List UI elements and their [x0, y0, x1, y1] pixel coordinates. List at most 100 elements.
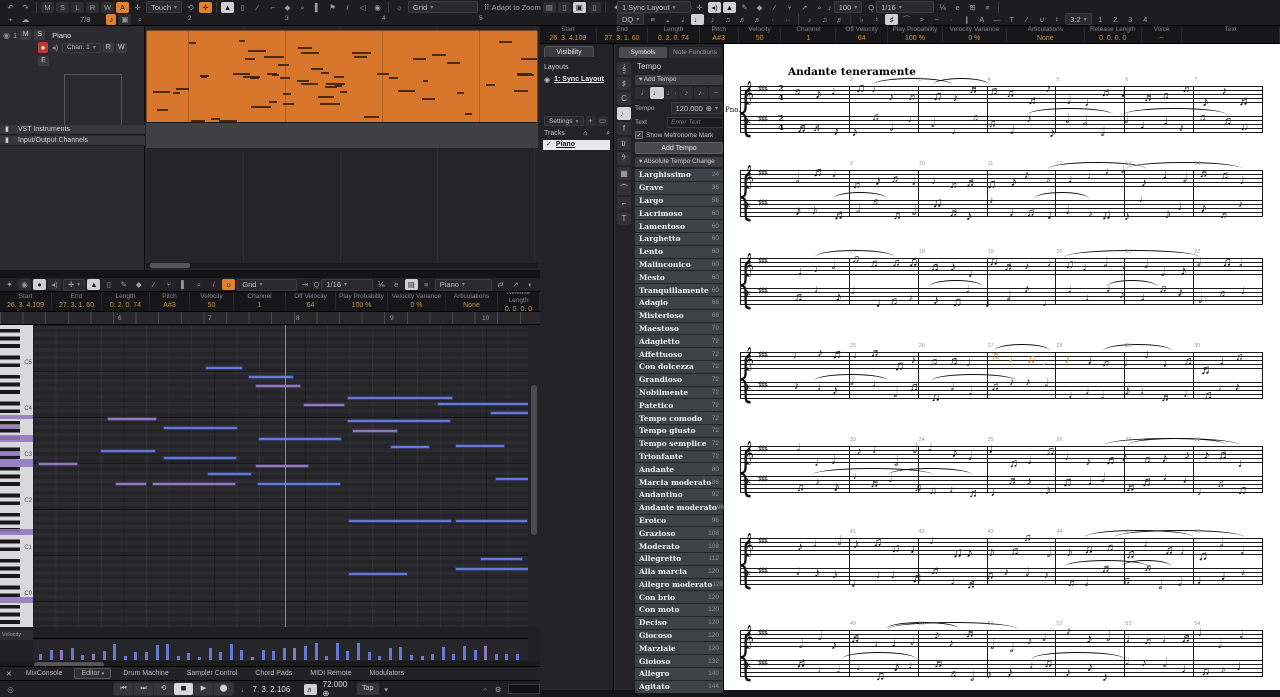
tempo-list-item-tempo-semplice[interactable]: Tempo semplice 72 — [635, 437, 723, 450]
info-field-length[interactable]: Length 0. 2. 0. 74 — [648, 26, 700, 43]
undo-icon[interactable]: ↶ — [4, 2, 17, 13]
velocity-bar[interactable] — [229, 643, 233, 660]
tempo-list-item-trionfante[interactable]: Trionfante 72 — [635, 450, 723, 463]
close-editor-icon[interactable]: ◐ — [524, 279, 537, 290]
project-hscrollbar[interactable] — [146, 263, 538, 268]
info-field-end[interactable]: End 27. 3. 1. 60 — [597, 26, 649, 43]
velocity-bar[interactable] — [378, 656, 382, 660]
velocity-bar[interactable] — [293, 648, 297, 660]
line-icon[interactable]: / — [207, 279, 220, 290]
absolute-tempo-section-header[interactable]: ▾ Absolute Tempo Change — [635, 157, 723, 167]
tempo-list-item-allegro[interactable]: Allegro 140 — [635, 668, 723, 680]
midi-note[interactable] — [255, 464, 309, 468]
marker-icon[interactable]: ▣ — [118, 14, 132, 25]
duration-5-icon[interactable]: ♬ — [736, 14, 749, 25]
voice-2-button[interactable]: 2 — [1109, 14, 1122, 25]
midi-note[interactable] — [257, 482, 341, 486]
tuplet-rest-icon[interactable]: 𝄽 — [1050, 14, 1063, 25]
tempo-list-item-marziale[interactable]: Marziale 120 — [635, 642, 723, 655]
erase-icon[interactable]: ◆ — [132, 279, 145, 290]
tempo-list-item-lacrimoso[interactable]: Lacrimoso 60 — [635, 207, 723, 220]
velocity-bar[interactable] — [123, 656, 127, 660]
note-value-4-button[interactable]: ♪· — [694, 87, 709, 99]
velocity-bar[interactable] — [473, 650, 477, 660]
velocity-bar[interactable] — [240, 650, 244, 660]
bass-clef-icon[interactable]: 𝄢 — [617, 152, 631, 165]
stop-button[interactable]: ◼ — [174, 683, 193, 695]
project-hscroll-thumb[interactable] — [150, 263, 190, 268]
tempo-list-item-adagio[interactable]: Adagio 66 — [635, 296, 723, 309]
feedback-icon[interactable]: ◂) — [708, 1, 721, 13]
tab-chord-pads[interactable]: Chord Pads — [249, 669, 298, 678]
comp-icon[interactable]: ⚑ — [326, 2, 339, 13]
global-r-button[interactable]: R — [86, 1, 99, 13]
window-layout-icon[interactable]: ▯ — [587, 1, 601, 13]
snap-onoff-icon[interactable]: ☼ — [393, 2, 406, 13]
midi-input-icon[interactable]: ≡ — [981, 2, 994, 13]
slur-icon[interactable]: ⌒ — [617, 182, 631, 195]
tempo-list-item-larghissimo[interactable]: Larghissimo 24 — [635, 169, 723, 181]
play-button[interactable]: ▶ — [194, 683, 213, 695]
tab-visibility[interactable]: Visibility — [544, 46, 594, 57]
add-icon[interactable]: + — [585, 116, 596, 126]
add-tempo-section-header[interactable]: ▾ Add Tempo — [635, 75, 723, 85]
range-select-icon[interactable]: ▯ — [236, 2, 249, 13]
velocity-bar[interactable] — [484, 645, 488, 660]
velocity-bar[interactable] — [463, 645, 466, 660]
info-field-off-velocity[interactable]: Off Velocity 64 — [836, 26, 888, 43]
midi-note[interactable] — [455, 567, 528, 571]
cycle-button[interactable]: ⟲ — [154, 683, 173, 695]
crosshair-icon[interactable]: ✛ — [693, 2, 706, 13]
snap-onoff-icon[interactable]: ☼ — [222, 279, 236, 290]
midi-note[interactable] — [437, 402, 528, 406]
folder-vst-instruments[interactable]: ▮ VST Instruments — [0, 125, 145, 135]
midi-note[interactable] — [163, 426, 238, 430]
settings-gear-icon[interactable]: ⚙ — [492, 684, 505, 695]
length-q-icon[interactable]: ⇥ — [299, 279, 312, 290]
part-edit-icon[interactable]: ≡ — [420, 279, 433, 290]
tempo-list-item-con-dolcezza[interactable]: Con dolcezza 72 — [635, 360, 723, 373]
articulation-6-icon[interactable]: T — [1005, 14, 1018, 25]
track-read-button[interactable]: R — [102, 42, 114, 53]
tempo-list-item-moderato[interactable]: Moderato 108 — [635, 540, 723, 552]
tempo-list-item-affettuoso[interactable]: Affettuoso 72 — [635, 348, 723, 360]
tempo-list-item-con-moto[interactable]: Con moto 120 — [635, 604, 723, 616]
grid-icon[interactable]: ▦ — [617, 167, 631, 180]
home-icon[interactable]: ⌂ — [583, 130, 587, 138]
tempo-list-item-grave[interactable]: Grave 36 — [635, 181, 723, 194]
midi-note[interactable] — [248, 375, 294, 379]
info-field-play-probability[interactable]: Play Probability 100 % — [888, 26, 943, 43]
window-layout-icon[interactable]: ▣ — [572, 1, 586, 13]
midi-note[interactable] — [490, 411, 528, 415]
split-tool-icon[interactable]: ⑂ — [783, 2, 796, 13]
layout-item-sync[interactable]: ◉ 1: Sync Layout — [544, 76, 604, 84]
note-value-5-button[interactable]: − — [709, 87, 723, 99]
close-lower-zone-button[interactable]: ✕ — [4, 669, 14, 679]
articulation-7-icon[interactable]: ∕ — [1020, 14, 1033, 25]
dot-1-icon[interactable]: · — [766, 14, 779, 25]
window-layout-icon[interactable]: ▤ — [542, 1, 556, 13]
tempo-list-item-largo[interactable]: Largo 56 — [635, 194, 723, 207]
glue-icon[interactable]: ⑂ — [162, 279, 175, 290]
tab-modulators[interactable]: Modulators — [364, 669, 411, 678]
tab-mixconsole[interactable]: MixConsole — [20, 669, 69, 678]
velocity-bar[interactable] — [261, 650, 265, 660]
acoustic-feedback-icon[interactable]: ◂) — [48, 279, 61, 290]
tempo-list-item-tempo-comodo[interactable]: Tempo comodo 72 — [635, 412, 723, 424]
layout-select[interactable]: 1 Sync Layout — [617, 1, 691, 13]
info-field-off-velocity[interactable]: Off Velocity 64 — [286, 292, 336, 311]
tempo-list-item-andantino[interactable]: Andantino 92 — [635, 488, 723, 501]
key-editor-ruler[interactable]: 6 7 8 9 10 — [0, 312, 540, 325]
glue-icon[interactable]: ⌐ — [266, 2, 279, 13]
erase-icon[interactable]: ◆ — [281, 2, 294, 13]
tempo-list-item-larghetto[interactable]: Larghetto 60 — [635, 232, 723, 245]
split-icon[interactable]: ∕ — [251, 2, 264, 13]
zoom-icon[interactable]: ⌕ — [192, 279, 205, 290]
tab-note-functions[interactable]: Note Functions — [669, 47, 721, 58]
info-field-pitch[interactable]: Pitch A#3 — [700, 26, 739, 43]
velocity-bar[interactable] — [335, 643, 339, 660]
articulation-2-icon[interactable]: · — [945, 14, 958, 25]
tempo-list-item-adagietto[interactable]: Adagietto 72 — [635, 335, 723, 348]
duration-4-icon[interactable]: ♫ — [721, 14, 734, 25]
tempo-list-item-allegretto[interactable]: Allegretto 112 — [635, 552, 723, 565]
